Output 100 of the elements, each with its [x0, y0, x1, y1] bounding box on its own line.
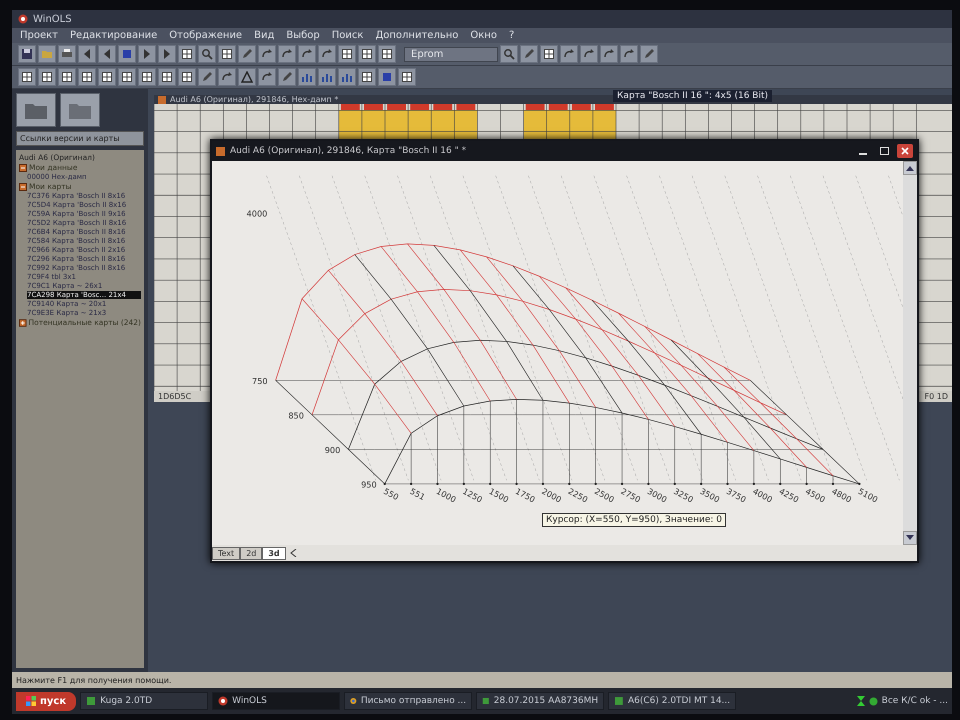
menu-item[interactable]: Дополнительно [375, 30, 458, 41]
axis-tick-label: 550 [382, 486, 400, 502]
menu-item[interactable]: ? [508, 30, 514, 41]
menu-item[interactable]: Редактирование [70, 30, 158, 41]
toolbar-button[interactable] [620, 45, 638, 63]
toolbar-button[interactable] [18, 45, 36, 63]
toolbar-button[interactable] [218, 45, 236, 63]
toolbar-button[interactable] [98, 68, 116, 86]
toolbar-button[interactable] [580, 45, 598, 63]
view-tab[interactable]: Text [212, 546, 240, 560]
eprom-dropdown[interactable]: Eprom [404, 46, 498, 62]
toolbar-button[interactable] [358, 68, 376, 86]
toolbar-button[interactable] [198, 45, 216, 63]
grid-icon [161, 71, 173, 83]
grid-icon [361, 48, 373, 60]
search-icon [503, 48, 515, 60]
axis-tick-label: 4000 [751, 486, 774, 505]
close-icon [901, 147, 909, 155]
toolbar-button[interactable] [500, 45, 518, 63]
grid-icon [341, 48, 353, 60]
grid-icon [543, 48, 555, 60]
scroll-down-button[interactable] [903, 531, 917, 545]
toolbar-button[interactable] [58, 45, 76, 63]
taskbar-button[interactable]: Письмо отправлено ... [344, 692, 472, 710]
toolbar-button[interactable] [358, 45, 376, 63]
curved-arrow-icon [301, 48, 313, 60]
pencil-icon [523, 48, 535, 60]
pencil-icon [643, 48, 655, 60]
toolbar-button[interactable] [278, 45, 296, 63]
curved-arrow-icon [563, 48, 575, 60]
toolbar-button[interactable] [298, 45, 316, 63]
minus-icon[interactable] [19, 164, 27, 172]
toolbar-button[interactable] [218, 68, 236, 86]
axis-tick-label: 900 [324, 445, 340, 456]
toolbar-button[interactable] [98, 45, 116, 63]
toolbar-button[interactable] [158, 45, 176, 63]
toolbar-button[interactable] [318, 45, 336, 63]
taskbar-button[interactable]: Kuga 2.0TD [80, 692, 208, 710]
down-arrow-icon [906, 535, 914, 541]
toolbar-button[interactable] [18, 68, 36, 86]
grid-icon [181, 71, 193, 83]
menu-item[interactable]: Поиск [332, 30, 364, 41]
circle-icon [868, 696, 878, 706]
toolbar-button[interactable] [118, 68, 136, 86]
taskbar-button[interactable]: 28.07.2015 AA8736MH [476, 692, 604, 710]
view-tab[interactable]: 2d [240, 546, 262, 560]
curved-arrow-icon [281, 48, 293, 60]
axis-tick-label: 1500 [487, 486, 511, 505]
plus-icon[interactable] [19, 318, 27, 326]
grid-icon [81, 71, 93, 83]
toolbar-button[interactable] [178, 68, 196, 86]
toolbar-button[interactable] [178, 45, 196, 63]
grid-icon [221, 48, 233, 60]
toolbar-button[interactable] [78, 45, 96, 63]
square-icon [121, 48, 133, 60]
toolbar-button[interactable] [560, 45, 578, 63]
minus-icon[interactable] [19, 182, 27, 190]
chart-icon [341, 71, 353, 83]
toolbar-button[interactable] [258, 45, 276, 63]
axis-tick-label: 850 [288, 410, 304, 420]
toolbar-button[interactable] [158, 68, 176, 86]
toolbar-button[interactable] [338, 45, 356, 63]
version-dropdown[interactable]: Ссылки версии и карты [16, 131, 144, 146]
menu-item[interactable]: Отображение [169, 30, 242, 41]
view-tab[interactable]: 3d [262, 546, 286, 560]
hourglass-icon [856, 696, 865, 706]
pencil-icon [201, 71, 213, 83]
axis-tick-label: 4000 [246, 208, 268, 219]
toolbar-button[interactable] [238, 68, 256, 86]
toolbar-button[interactable] [258, 68, 276, 86]
tray-text: Все К/С ok - ... [882, 696, 948, 706]
toolbar-button[interactable] [378, 45, 396, 63]
menu-item[interactable]: Окно [470, 30, 497, 41]
curved-arrow-icon [261, 48, 273, 60]
curved-arrow-icon [603, 48, 615, 60]
start-button[interactable]: пуск [16, 692, 76, 710]
window-title: Audi A6 (Оригинал), 291846, Карта "Bosch II 16 " * [230, 146, 468, 156]
close-button[interactable] [897, 144, 913, 158]
document-icon [158, 96, 166, 104]
toolbar-button[interactable] [138, 68, 156, 86]
document-icon [86, 696, 96, 706]
menu-item[interactable]: Проект [20, 30, 58, 41]
app-icon [18, 14, 28, 24]
grid-icon [21, 71, 33, 83]
toolbar-button[interactable] [38, 68, 56, 86]
chart-icon [301, 71, 313, 83]
toolbar-button[interactable] [78, 68, 96, 86]
pencil-icon [241, 48, 253, 60]
toolbar-button[interactable] [540, 45, 558, 63]
taskbar-button[interactable]: A6(C6) 2.0TDI MT 14... [608, 692, 736, 710]
toolbar-button[interactable] [138, 45, 156, 63]
taskbar-button[interactable]: WinOLS [212, 692, 340, 710]
square-icon [381, 71, 393, 83]
toolbar-button[interactable] [398, 68, 416, 86]
toolbar-button[interactable] [600, 45, 618, 63]
menu-item[interactable]: Выбор [286, 30, 320, 41]
scroll-up-button[interactable] [903, 161, 917, 175]
menu-item[interactable]: Вид [254, 30, 274, 41]
toolbar-button[interactable] [58, 68, 76, 86]
grid-icon [361, 71, 373, 83]
